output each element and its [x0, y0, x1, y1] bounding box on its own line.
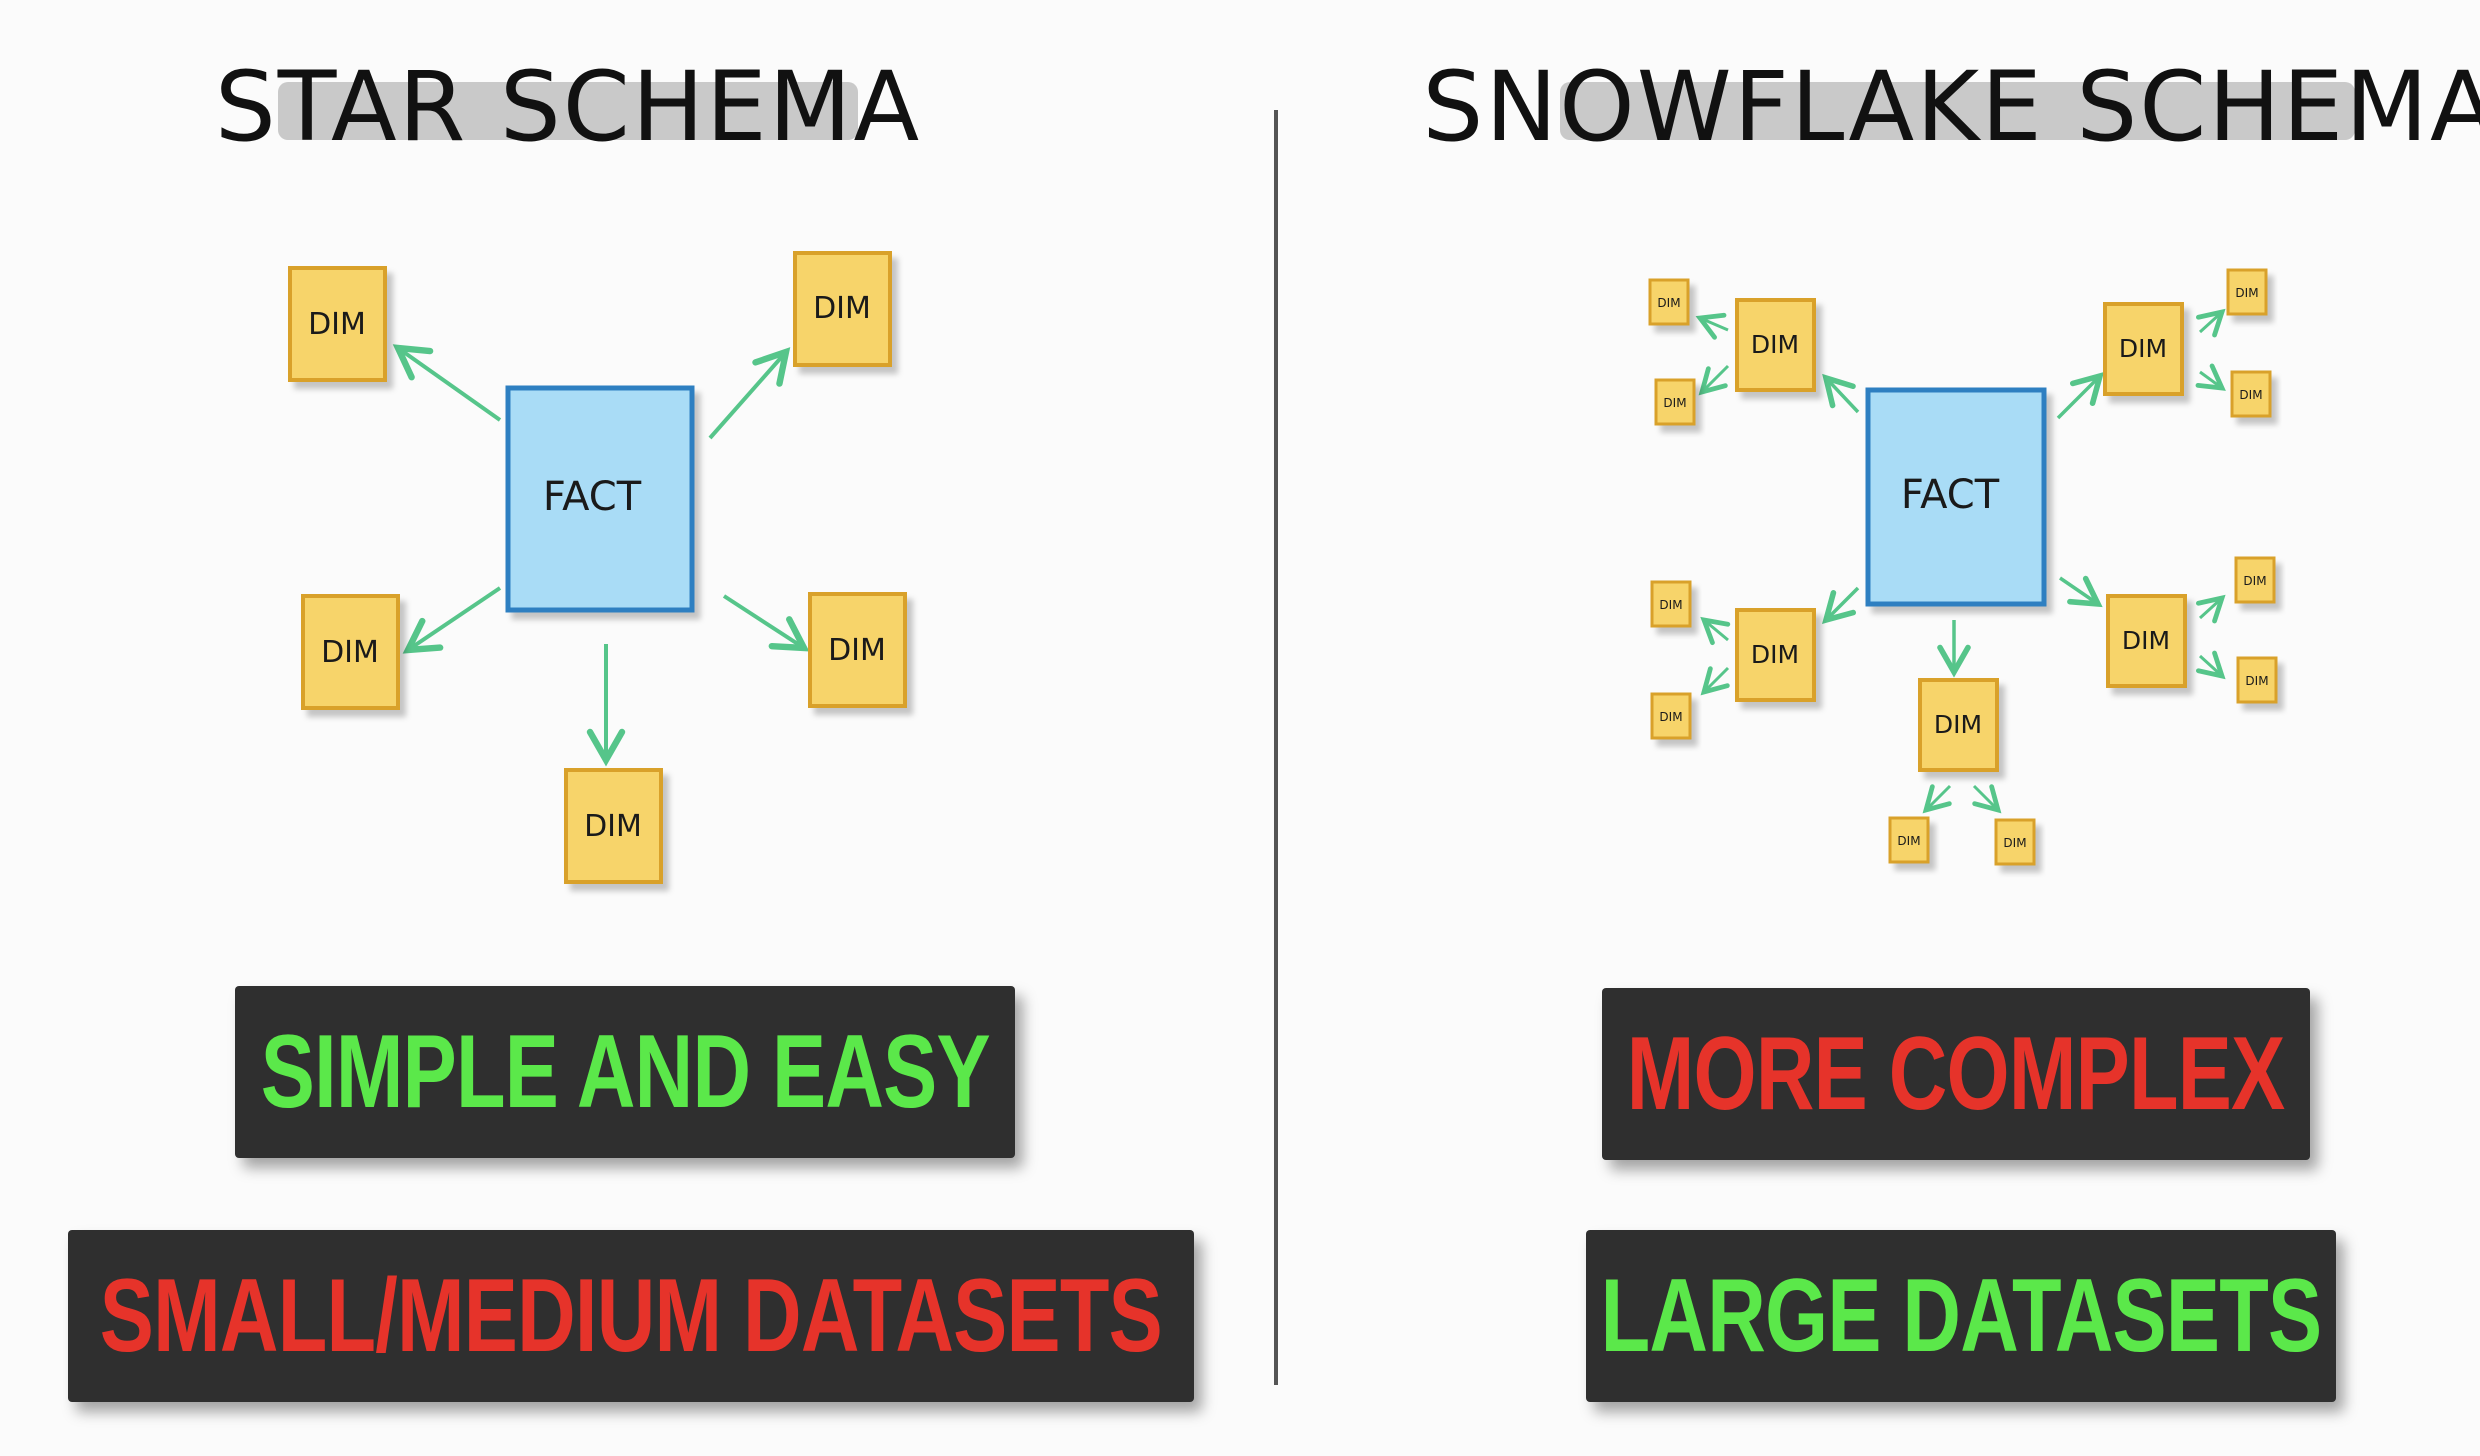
star-dim-bottom-right: DIM: [808, 592, 907, 708]
snowflake-schema-title: SNOWFLAKE SCHEMA: [1422, 51, 2480, 163]
snow-subdim-label: DIM: [1659, 710, 1682, 724]
snow-arrow-sub: [2195, 594, 2226, 624]
snowflake-badge-complex-text: MORE COMPLEX: [1627, 1015, 2285, 1132]
snow-subdim-label: DIM: [2245, 674, 2268, 688]
snow-subdim: DIM: [1648, 278, 1690, 326]
snow-subdim: DIM: [1888, 816, 1930, 864]
star-fact-label: FACT: [543, 474, 642, 520]
snow-arrow-sub: [1700, 616, 1731, 646]
snow-subdim-label: DIM: [2243, 574, 2266, 588]
snow-dim-top-left: DIM: [1735, 298, 1816, 392]
snow-subdim: DIM: [1650, 692, 1692, 740]
snow-dim-top-right: DIM: [2103, 302, 2184, 396]
snow-dim-label: DIM: [2122, 626, 2170, 655]
snow-subdim-label: DIM: [1657, 296, 1680, 310]
star-dim-top-right: DIM: [793, 251, 892, 367]
snow-arrow-fact-to-dim-bl: [1822, 586, 1860, 624]
snowflake-badge-complex: MORE COMPLEX: [1602, 988, 2310, 1160]
star-dim-label: DIM: [321, 635, 379, 670]
snow-arrow-sub: [1922, 784, 1952, 814]
star-badge-simple-text: SIMPLE AND EASY: [260, 1013, 991, 1130]
snow-dim-label: DIM: [2119, 334, 2167, 363]
star-badge-datasets-text: SMALL/MEDIUM DATASETS: [99, 1257, 1163, 1374]
snow-arrow-sub: [1695, 312, 1729, 340]
snow-subdim: DIM: [2236, 656, 2278, 704]
snow-arrow-sub: [1972, 784, 2002, 814]
snow-dim-label: DIM: [1751, 640, 1799, 669]
snowflake-badge-datasets: LARGE DATASETS: [1586, 1230, 2336, 1402]
snowflake-fact-label: FACT: [1901, 472, 2000, 518]
snow-subdim-label: DIM: [2235, 286, 2258, 300]
snow-arrow-sub: [2195, 363, 2226, 391]
snow-dim-label: DIM: [1934, 710, 1982, 739]
star-schema-title: STAR SCHEMA: [215, 51, 921, 163]
snow-arrow-fact-to-dim-tr: [2056, 372, 2104, 420]
snow-dim-bottom-right: DIM: [2106, 594, 2187, 688]
star-arrow-top-left: [392, 344, 502, 422]
snow-arrow-sub: [2195, 308, 2226, 338]
star-dim-label: DIM: [813, 291, 871, 326]
star-badge-simple: SIMPLE AND EASY: [235, 986, 1015, 1158]
star-arrow-top-right: [708, 347, 791, 440]
snow-subdim: DIM: [1650, 580, 1692, 628]
snow-subdim: DIM: [2226, 268, 2268, 316]
snow-arrow-sub: [1700, 666, 1730, 696]
snow-subdim-label: DIM: [1663, 396, 1686, 410]
star-dim-label: DIM: [828, 633, 886, 668]
snowflake-title-group: SNOWFLAKE SCHEMA: [1422, 51, 2480, 163]
star-dim-bottom: DIM: [564, 768, 663, 884]
star-dim-top-left: DIM: [288, 266, 387, 382]
snow-dim-bottom-left: DIM: [1735, 608, 1816, 702]
snow-subdim: DIM: [2234, 556, 2276, 604]
snowflake-fact-table: FACT: [1865, 387, 2047, 607]
slide: STAR SCHEMA SNOWFLAKE SCHEMA FACT DIM DI…: [0, 0, 2480, 1456]
snow-subdim-label: DIM: [1659, 598, 1682, 612]
star-title-group: STAR SCHEMA: [215, 51, 921, 163]
snow-arrow-sub: [2195, 650, 2226, 680]
snow-dim-bottom: DIM: [1918, 678, 1999, 772]
star-badge-datasets: SMALL/MEDIUM DATASETS: [68, 1230, 1194, 1402]
star-diagram: FACT DIM DIM DIM DIM DIM: [288, 251, 907, 884]
snow-subdim: DIM: [1994, 818, 2036, 866]
star-fact-table: FACT: [505, 385, 695, 613]
snow-subdim: DIM: [1654, 378, 1696, 426]
snow-arrow-fact-to-dim-tl: [1822, 373, 1860, 414]
snow-arrow-fact-to-dim-br: [2059, 575, 2103, 608]
star-arrow-bottom-right: [722, 594, 810, 652]
star-dim-bottom-left: DIM: [301, 594, 400, 710]
star-dim-label: DIM: [308, 307, 366, 342]
snowflake-diagram: FACT DIM DIM DIM DIM DIM DIM DIM DIM DIM…: [1648, 268, 2278, 866]
snow-subdim-label: DIM: [2003, 836, 2026, 850]
snow-subdim-label: DIM: [2239, 388, 2262, 402]
snow-subdim: DIM: [2230, 370, 2272, 418]
snowflake-badge-datasets-text: LARGE DATASETS: [1600, 1257, 2322, 1374]
snow-dim-label: DIM: [1751, 330, 1799, 359]
star-dim-label: DIM: [584, 809, 642, 844]
star-arrow-bottom-left: [402, 586, 502, 654]
snow-arrow-sub: [1698, 364, 1730, 396]
snow-subdim-label: DIM: [1897, 834, 1920, 848]
